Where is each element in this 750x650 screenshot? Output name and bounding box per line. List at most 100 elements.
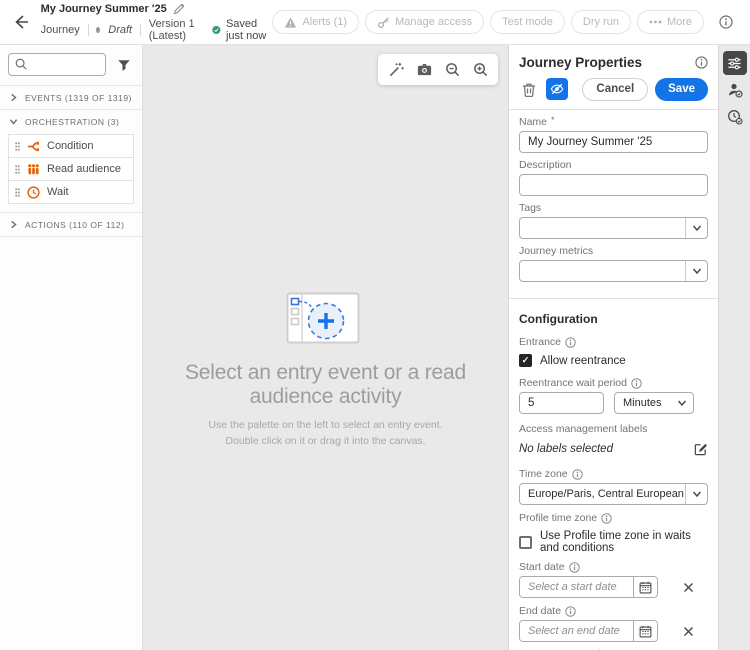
info-circle-icon[interactable] bbox=[565, 605, 576, 617]
people-icon bbox=[28, 163, 39, 174]
start-date-field bbox=[519, 576, 658, 598]
configuration-heading: Configuration bbox=[519, 312, 598, 326]
chevron-down-icon bbox=[677, 400, 687, 407]
profile-timezone-checkbox[interactable] bbox=[519, 535, 532, 549]
auto-layout-button[interactable] bbox=[383, 57, 409, 83]
empty-state-title: Select an entry event or a read audience… bbox=[185, 361, 466, 408]
start-date-row bbox=[519, 576, 708, 598]
key-icon bbox=[378, 16, 389, 28]
palette-section-orchestration[interactable]: ORCHESTRATION (3) bbox=[0, 110, 142, 133]
divider bbox=[0, 236, 142, 237]
allow-reentrance-checkbox[interactable] bbox=[519, 354, 532, 367]
tags-select[interactable] bbox=[519, 217, 708, 239]
reentrance-wait-unit-select[interactable]: Minutes bbox=[614, 392, 694, 414]
rail-profile-button[interactable] bbox=[723, 78, 747, 102]
end-date-calendar-button[interactable] bbox=[633, 621, 657, 641]
access-labels-row: No labels selected bbox=[519, 441, 708, 456]
zoom-out-icon bbox=[445, 63, 459, 77]
start-date-label: Start date bbox=[519, 561, 708, 573]
hide-panel-button[interactable] bbox=[546, 78, 568, 100]
description-label: Description bbox=[519, 159, 572, 171]
back-arrow-icon bbox=[15, 15, 29, 29]
divider bbox=[509, 109, 718, 110]
zoom-out-button[interactable] bbox=[439, 57, 465, 83]
info-circle-icon[interactable] bbox=[568, 561, 580, 573]
start-date-clear-button[interactable] bbox=[680, 579, 696, 595]
access-labels-label: Access management labels bbox=[519, 423, 648, 435]
dry-run-button[interactable]: Dry run bbox=[570, 10, 631, 34]
cancel-button[interactable]: Cancel bbox=[582, 77, 649, 101]
version-label[interactable]: Version 1 (Latest) bbox=[149, 18, 204, 42]
save-button[interactable]: Save bbox=[655, 77, 708, 101]
tags-label: Tags bbox=[519, 202, 542, 214]
branch-icon bbox=[27, 141, 40, 151]
calendar-icon bbox=[639, 625, 652, 637]
zoom-in-icon bbox=[473, 63, 487, 77]
filter-button[interactable] bbox=[114, 55, 134, 75]
journey-canvas[interactable]: Select an entry event or a read audience… bbox=[143, 45, 508, 650]
journey-properties-panel: Journey Properties Cancel Save Name* Des… bbox=[508, 45, 718, 650]
alert-triangle-icon bbox=[285, 16, 297, 28]
empty-state-help: Use the palette on the left to select an… bbox=[208, 419, 443, 448]
description-field[interactable] bbox=[519, 174, 708, 196]
start-date-calendar-button[interactable] bbox=[633, 577, 657, 597]
chevron-down-icon bbox=[692, 491, 701, 498]
palette-item-read-audience[interactable]: Read audience bbox=[8, 157, 134, 181]
palette-section-actions[interactable]: ACTIONS (110 OF 112) bbox=[0, 213, 142, 236]
magic-wand-icon bbox=[389, 62, 404, 77]
name-field[interactable] bbox=[519, 131, 708, 153]
entry-placeholder-illustration[interactable] bbox=[286, 292, 366, 348]
calendar-icon bbox=[639, 581, 652, 593]
timezone-label: Time zone bbox=[519, 468, 708, 480]
info-circle-icon[interactable] bbox=[571, 468, 583, 480]
check-circle-icon bbox=[212, 25, 221, 34]
palette-section-events[interactable]: EVENTS (1319 OF 1319) bbox=[0, 86, 142, 109]
chevron-down-icon bbox=[692, 268, 701, 275]
info-circle-icon[interactable] bbox=[601, 512, 612, 524]
drag-handle-icon[interactable] bbox=[15, 187, 20, 197]
edit-labels-button[interactable] bbox=[693, 441, 708, 456]
end-date-clear-button[interactable] bbox=[680, 623, 696, 639]
profile-timezone-checkbox-label: Use Profile time zone in waits and condi… bbox=[540, 530, 691, 554]
drag-handle-icon[interactable] bbox=[15, 141, 20, 151]
more-button[interactable]: More bbox=[636, 10, 704, 34]
panel-title: Journey Properties bbox=[519, 54, 643, 70]
info-circle-icon bbox=[719, 15, 733, 29]
orchestration-items: Condition Read audience Wait bbox=[8, 134, 134, 204]
end-date-input[interactable] bbox=[520, 621, 633, 641]
x-icon bbox=[683, 582, 693, 592]
info-circle-icon[interactable] bbox=[565, 336, 576, 348]
reentrance-wait-value-field[interactable] bbox=[519, 392, 604, 414]
camera-icon bbox=[417, 64, 431, 76]
zoom-in-button[interactable] bbox=[467, 57, 493, 83]
info-circle-icon[interactable] bbox=[631, 377, 642, 389]
help-info-button[interactable] bbox=[714, 10, 738, 34]
manage-access-button[interactable]: Manage access bbox=[365, 10, 485, 34]
test-mode-button[interactable]: Test mode bbox=[490, 10, 565, 34]
snapshot-button[interactable] bbox=[411, 57, 437, 83]
journey-metrics-select[interactable] bbox=[519, 260, 708, 282]
save-status: Saved just now bbox=[212, 18, 272, 42]
trash-icon bbox=[523, 83, 535, 97]
search-icon bbox=[15, 58, 27, 70]
rail-history-button[interactable] bbox=[723, 105, 747, 129]
chevron-right-icon bbox=[11, 93, 17, 102]
timezone-select[interactable]: Europe/Paris, Central European Time, ... bbox=[519, 483, 708, 505]
rail-properties-button[interactable] bbox=[722, 51, 747, 75]
divider bbox=[140, 23, 141, 36]
delete-journey-button[interactable] bbox=[519, 79, 539, 99]
alerts-button[interactable]: Alerts (1) bbox=[272, 10, 360, 34]
canvas-empty-state: Select an entry event or a read audience… bbox=[143, 292, 508, 450]
palette-item-wait[interactable]: Wait bbox=[8, 180, 134, 204]
status-dot bbox=[96, 26, 101, 33]
status-badge: Draft bbox=[108, 23, 133, 36]
top-bar: My Journey Summer '25 Journey Draft Vers… bbox=[0, 0, 750, 45]
back-button[interactable] bbox=[12, 10, 31, 34]
edit-title-button[interactable] bbox=[173, 3, 185, 15]
palette-item-condition[interactable]: Condition bbox=[8, 134, 134, 158]
drag-handle-icon[interactable] bbox=[15, 164, 20, 174]
panel-info-button[interactable] bbox=[695, 55, 708, 69]
top-actions: Alerts (1) Manage access Test mode Dry r… bbox=[272, 10, 738, 34]
start-date-input[interactable] bbox=[520, 577, 633, 597]
journey-title-block: My Journey Summer '25 Journey Draft Vers… bbox=[41, 3, 273, 42]
